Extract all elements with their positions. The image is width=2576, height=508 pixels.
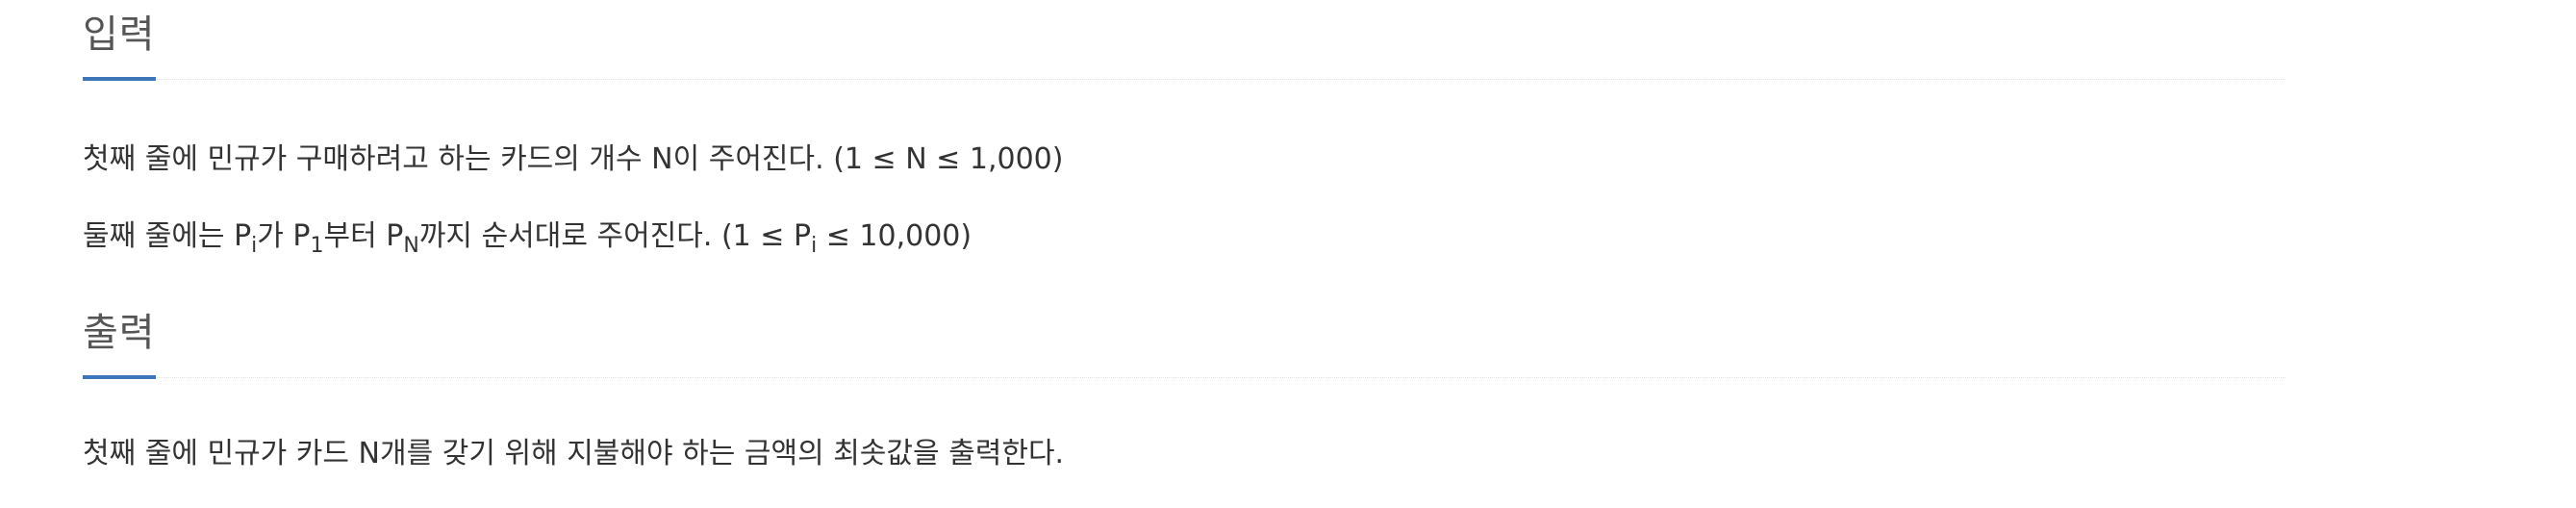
header-divider [83,79,2286,80]
input-section-title: 입력 [83,13,156,57]
input-line-2-text: ≤ 10,000) [817,219,972,253]
input-line-2-text: 가 P [257,219,311,253]
header-divider [83,377,2286,378]
input-line-2-text: 까지 순서대로 주어진다. (1 ≤ P [418,219,812,253]
subscript-n: N [403,234,419,258]
header-accent-bar [83,375,156,379]
header-accent-bar [83,77,156,81]
subscript-1: 1 [310,234,324,258]
input-line-2: 둘째 줄에는 Pi가 P1부터 PN까지 순서대로 주어진다. (1 ≤ Pi … [83,217,972,258]
input-section: 입력 첫째 줄에 민규가 구매하려고 하는 카드의 개수 N이 주어진다. (1… [83,0,2286,257]
input-section-header: 입력 [83,0,2286,81]
output-section-header: 출력 [83,298,2286,379]
input-line-2-text: 둘째 줄에는 P [83,219,252,253]
input-line-2-text: 부터 P [323,219,404,253]
output-line-1: 첫째 줄에 민규가 카드 N개를 갖기 위해 지불해야 하는 금액의 최솟값을 … [83,437,1065,470]
output-section: 출력 첫째 줄에 민규가 카드 N개를 갖기 위해 지불해야 하는 금액의 최솟… [83,298,2286,470]
input-line-1: 첫째 줄에 민규가 구매하려고 하는 카드의 개수 N이 주어진다. (1 ≤ … [83,142,1064,176]
output-section-title: 출력 [83,311,156,355]
